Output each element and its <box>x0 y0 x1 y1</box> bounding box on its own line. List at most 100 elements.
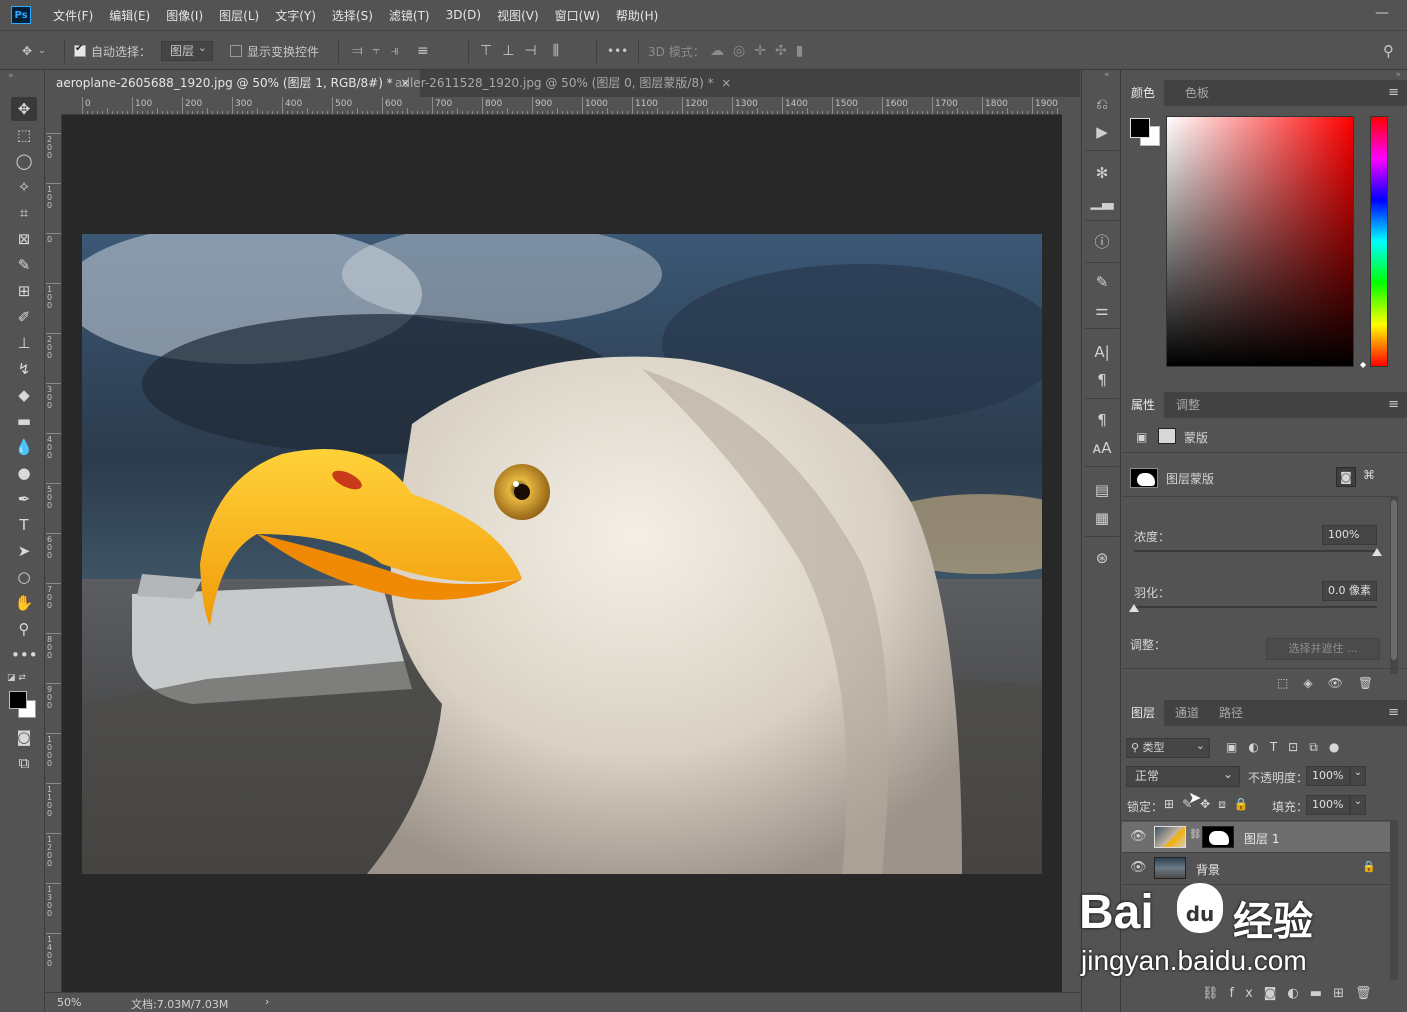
tool-presets-icon[interactable]: ⚌ <box>1090 298 1114 322</box>
menu-file[interactable]: 文件(F) <box>45 7 101 24</box>
dodge-tool-icon[interactable]: ● <box>11 461 37 485</box>
tab-swatches[interactable]: 色板 <box>1176 80 1218 106</box>
panel-menu-icon[interactable]: ≡ <box>1388 397 1399 412</box>
layer-name[interactable]: 图层 1 <box>1244 830 1279 847</box>
zoom-level[interactable]: 50% <box>57 996 81 1009</box>
panel-menu-icon[interactable]: ≡ <box>1388 705 1399 720</box>
blur-tool-icon[interactable]: 💧 <box>11 435 37 459</box>
document-image[interactable] <box>82 234 1042 874</box>
layer-row-background[interactable]: 👁 背景 🔒 <box>1122 853 1390 883</box>
horizontal-ruler[interactable]: 0 100 200 300 400 500 600 700 800 900 1000 1100 1200… <box>62 97 1062 115</box>
crop-tool-icon[interactable]: ⌗ <box>11 201 37 225</box>
adjustment-layer-icon[interactable]: ◐ <box>1287 986 1309 1001</box>
menu-select[interactable]: 选择(S) <box>324 7 381 24</box>
search-icon[interactable]: ⚲ <box>1383 41 1394 61</box>
shape-filter-icon[interactable]: ⊡ <box>1288 740 1309 754</box>
tab-color[interactable]: 颜色 <box>1122 80 1165 106</box>
menu-image[interactable]: 图像(I) <box>158 7 211 24</box>
density-input[interactable]: 100% <box>1322 525 1377 545</box>
path-selection-icon[interactable]: ➤ <box>11 539 37 563</box>
menu-layer[interactable]: 图层(L) <box>211 7 267 24</box>
tab-paths[interactable]: 路径 <box>1210 700 1252 726</box>
fill-chevron-icon[interactable]: ⌄ <box>1350 795 1366 815</box>
collapse-icon[interactable]: « <box>1104 70 1110 80</box>
minimize-icon[interactable]: — <box>1371 5 1393 23</box>
lock-position-icon[interactable]: ✥ <box>1200 797 1218 811</box>
tab-layers[interactable]: 图层 <box>1122 700 1165 726</box>
delete-mask-icon[interactable]: 🗑 <box>1358 676 1388 690</box>
tab-adler[interactable]: adler-2611528_1920.jpg @ 50% (图层 0, 图层蒙版… <box>385 70 741 97</box>
edit-toolbar-icon[interactable]: ••• <box>11 643 38 667</box>
paragraph-icon[interactable]: ¶ <box>1090 368 1114 392</box>
tab-properties[interactable]: 属性 <box>1122 392 1165 418</box>
info-icon[interactable]: ⓘ <box>1090 230 1114 254</box>
status-menu-arrow[interactable]: › <box>265 995 269 1008</box>
close-icon[interactable]: × <box>721 76 731 90</box>
type-tool-icon[interactable]: T <box>11 513 37 537</box>
history-brush-icon[interactable]: ↯ <box>11 357 37 381</box>
gradient-tool-icon[interactable]: ▬ <box>11 409 37 433</box>
brush-settings-icon[interactable]: ✻ <box>1090 161 1114 185</box>
pen-tool-icon[interactable]: ✒ <box>11 487 37 511</box>
smart-object-filter-icon[interactable]: ⧉ <box>1309 740 1329 754</box>
eyedropper-icon[interactable]: ✎ <box>11 253 37 277</box>
marquee-tool-icon[interactable]: ⬚ <box>11 123 37 147</box>
brushes-icon[interactable]: ✎ <box>1090 270 1114 294</box>
3d-mode-icons[interactable]: ☁◎✛✣▮ <box>710 41 812 61</box>
ellipse-tool-icon[interactable]: ○ <box>11 565 37 589</box>
feather-input[interactable]: 0.0 像素 <box>1322 581 1377 601</box>
clone-source-icon[interactable]: ⊛ <box>1090 546 1114 570</box>
clone-stamp-icon[interactable]: ⊥ <box>11 331 37 355</box>
default-colors-icon[interactable]: ◪ ⇄ <box>7 673 26 683</box>
menu-edit[interactable]: 编辑(E) <box>101 7 158 24</box>
lasso-tool-icon[interactable]: ◯ <box>11 149 37 173</box>
chain-link-icon[interactable]: ⛓ <box>1189 829 1202 840</box>
screen-mode-icon[interactable]: ⧉ <box>11 751 37 775</box>
character-icon[interactable]: A| <box>1090 340 1114 364</box>
menu-window[interactable]: 窗口(W) <box>547 7 608 24</box>
feather-slider[interactable] <box>1134 606 1377 608</box>
brush-tool-icon[interactable]: ✐ <box>11 305 37 329</box>
density-slider[interactable] <box>1134 550 1377 552</box>
character-styles-icon[interactable]: ᴀA <box>1090 436 1114 460</box>
distribute-buttons[interactable]: ⊤⊥⊣ ⫼ <box>480 41 569 61</box>
fg-color-swatch[interactable] <box>1130 118 1150 138</box>
add-mask-icon[interactable]: ◙ <box>1264 986 1288 1001</box>
move-tool-preset-icon[interactable]: ✥ ⌄ <box>22 41 46 61</box>
lock-transparent-icon[interactable]: ⊞ <box>1164 797 1182 811</box>
opacity-input[interactable]: 100% <box>1306 766 1350 786</box>
apply-mask-icon[interactable]: ◈ <box>1303 676 1327 690</box>
quick-mask-icon[interactable]: ◙ <box>11 725 37 749</box>
fx-icon[interactable]: fx <box>1230 986 1264 1001</box>
toggle-mask-eye-icon[interactable]: 👁 <box>1328 676 1358 690</box>
color-picker-field[interactable] <box>1166 116 1354 367</box>
layer-name[interactable]: 背景 <box>1196 861 1220 878</box>
collapse-icon[interactable]: » <box>1395 70 1401 80</box>
feather-slider-knob[interactable] <box>1129 604 1139 612</box>
menu-view[interactable]: 视图(V) <box>489 7 547 24</box>
actions-play-icon[interactable]: ▶ <box>1090 120 1114 144</box>
frame-tool-icon[interactable]: ⊠ <box>11 227 37 251</box>
paragraph-styles-icon[interactable]: ¶ <box>1090 408 1114 432</box>
scrollbar[interactable] <box>1390 820 1398 980</box>
auto-select-target-dropdown[interactable]: 图层 <box>161 39 214 61</box>
select-and-mask-button[interactable]: 选择并遮住 ... <box>1266 638 1380 660</box>
link-layers-icon[interactable]: ⛓ <box>1202 986 1230 1001</box>
new-layer-icon[interactable]: ⊞ <box>1333 986 1355 1001</box>
zoom-tool-icon[interactable]: ⚲ <box>11 617 37 641</box>
lock-all-icon[interactable]: 🔒 <box>1234 797 1257 811</box>
histogram-icon[interactable]: ▁▃ <box>1090 189 1114 213</box>
pixel-mask-icon[interactable]: ▣ <box>1136 430 1147 444</box>
add-pixel-mask-icon[interactable]: ◙ <box>1336 467 1356 487</box>
hand-tool-icon[interactable]: ✋ <box>11 591 37 615</box>
density-slider-knob[interactable] <box>1372 548 1382 556</box>
adjustment-filter-icon[interactable]: ◐ <box>1248 740 1269 754</box>
type-filter-icon[interactable]: T <box>1270 740 1288 754</box>
vector-mask-icon[interactable] <box>1158 428 1176 444</box>
move-tool-icon[interactable]: ✥ <box>11 97 37 121</box>
fill-input[interactable]: 100% <box>1306 795 1350 815</box>
layer-filter-dropdown[interactable]: ⚲ 类型 ⌄ <box>1126 738 1210 758</box>
vertical-ruler[interactable]: 200 100 0 100 200 300 400 500 600 700 800 900 1000 11… <box>46 115 62 992</box>
align-buttons[interactable]: ⫤⫟⫣ ≡ <box>352 41 439 61</box>
delete-layer-icon[interactable]: 🗑 <box>1355 986 1383 1001</box>
